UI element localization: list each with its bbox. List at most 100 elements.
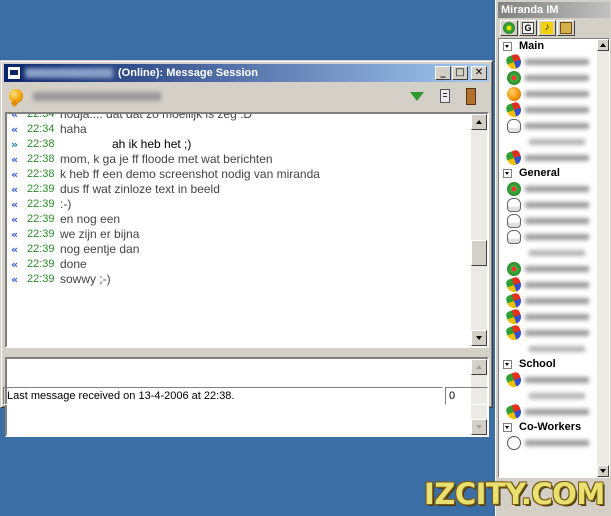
message-time: 22:38 [27,168,55,180]
contact-item[interactable] [499,276,609,294]
contact-group[interactable]: General [499,166,609,181]
contact-item[interactable] [499,181,609,197]
contact-name [525,186,589,192]
incoming-arrow-icon: « [11,153,19,166]
watermark-text: IZCITY.COM [424,477,605,511]
contact-item[interactable] [499,245,609,261]
incoming-arrow-icon: « [11,123,19,136]
contact-item[interactable] [499,341,609,357]
collapse-group-icon[interactable] [503,169,512,178]
contact-name [525,330,589,336]
contact-scroll-up-button[interactable] [597,39,609,51]
contact-item[interactable] [499,388,609,404]
message-list: « 22:34 nodja.... dat dat zo moeilijk is z… [7,112,473,287]
send-options-icon[interactable] [410,92,424,101]
status-menu-button[interactable] [500,20,518,36]
contact-item[interactable] [499,308,609,326]
message-text: sowwy ;-) [60,272,111,286]
options-button[interactable] [557,20,575,36]
contact-scroll-down-button[interactable] [597,465,609,477]
contact-item[interactable] [499,292,609,310]
contact-item[interactable] [499,134,609,150]
contact-name [525,314,589,320]
contact-item[interactable] [499,118,609,134]
contact-item[interactable] [499,86,609,102]
contact-item[interactable] [499,324,609,342]
window-menu-icon[interactable] [7,66,21,80]
message-text: :-) [60,197,72,211]
message-log[interactable]: « 22:34 nodja.... dat dat zo moeilijk is z… [5,112,489,348]
contact-item[interactable] [499,435,609,451]
away-status-icon [507,436,521,450]
cloud-status-icon [507,119,521,133]
message-row: « 22:39 nog eentje dan [7,242,473,257]
input-scroll-down-button[interactable] [471,419,487,435]
contact-list-scrollbar[interactable] [597,39,609,477]
collapse-group-icon[interactable] [503,423,512,432]
msn-status-icon [505,324,523,342]
maximize-button[interactable]: □ [452,66,468,80]
contact-item[interactable] [499,213,609,229]
message-row: « 22:38 k heb ff een demo screenshot nodig… [7,167,473,182]
message-time: 22:39 [27,243,55,255]
contact-item[interactable] [499,149,609,167]
contact-name [525,409,589,415]
minimize-button[interactable]: _ [435,66,451,80]
groups-toggle-button[interactable]: G [519,20,537,36]
msn-status-icon [505,371,523,389]
sound-icon: ♪ [541,22,553,34]
contact-item[interactable] [499,53,609,71]
message-time: 22:39 [27,273,55,285]
window-titlebar[interactable]: (Online): Message Session _ □ ✕ [4,64,489,82]
msn-status-icon [505,276,523,294]
contact-item[interactable] [499,70,609,86]
contact-name [525,298,589,304]
contact-group[interactable]: Co-Workers [499,420,609,435]
message-text: nodja.... dat dat zo moeilijk is zeg :D [60,112,253,121]
contact-item[interactable] [499,197,609,213]
contact-id[interactable] [33,92,161,101]
message-text: mom, k ga je ff floode met wat berichten [60,152,273,166]
contact-group[interactable]: Main [499,39,609,54]
contact-item[interactable] [499,229,609,245]
contact-name [525,91,589,97]
scroll-thumb[interactable] [471,240,487,266]
sounds-button[interactable]: ♪ [538,20,556,36]
scroll-down-button[interactable] [471,330,487,346]
contact-list-title[interactable]: Miranda IM [498,2,610,18]
log-scrollbar[interactable] [471,114,487,346]
collapse-group-icon[interactable] [503,360,512,369]
contact-item[interactable] [499,371,609,389]
collapse-group-icon[interactable] [503,42,512,51]
history-icon[interactable] [440,89,450,103]
scroll-up-button[interactable] [471,114,487,130]
close-button[interactable]: ✕ [471,66,487,80]
contact-item[interactable] [499,261,609,277]
contact-tree[interactable]: Main General School Co-Workers [498,38,610,478]
contact-name [525,218,589,224]
contact-item[interactable] [499,101,609,119]
contact-status-icon[interactable] [9,89,23,103]
contact-name [525,234,589,240]
contact-name [525,377,589,383]
message-text: haha [60,122,87,136]
message-row: « 22:39 done [7,257,473,272]
contact-list-window: Miranda IM G ♪ Main General School Co-Worke… [495,0,611,516]
message-time: 22:34 [27,123,55,135]
input-scroll-up-button[interactable] [471,359,487,375]
message-text: we zijn er bijna [60,227,140,241]
icq-status-icon [507,71,521,85]
contact-group[interactable]: School [499,357,609,372]
user-details-icon[interactable] [466,88,476,105]
groups-icon: G [522,22,534,34]
flower-icon [503,22,515,34]
group-name: Co-Workers [519,421,582,433]
message-text: done [60,257,87,271]
contact-item[interactable] [499,403,609,421]
cloud-status-icon [507,214,521,228]
contact-name [525,75,589,81]
message-text: en nog een [60,212,121,226]
message-row: « 22:38 mom, k ga je ff floode met wat ber… [7,152,473,167]
message-time: 22:39 [27,183,55,195]
msn-status-icon [505,149,523,167]
